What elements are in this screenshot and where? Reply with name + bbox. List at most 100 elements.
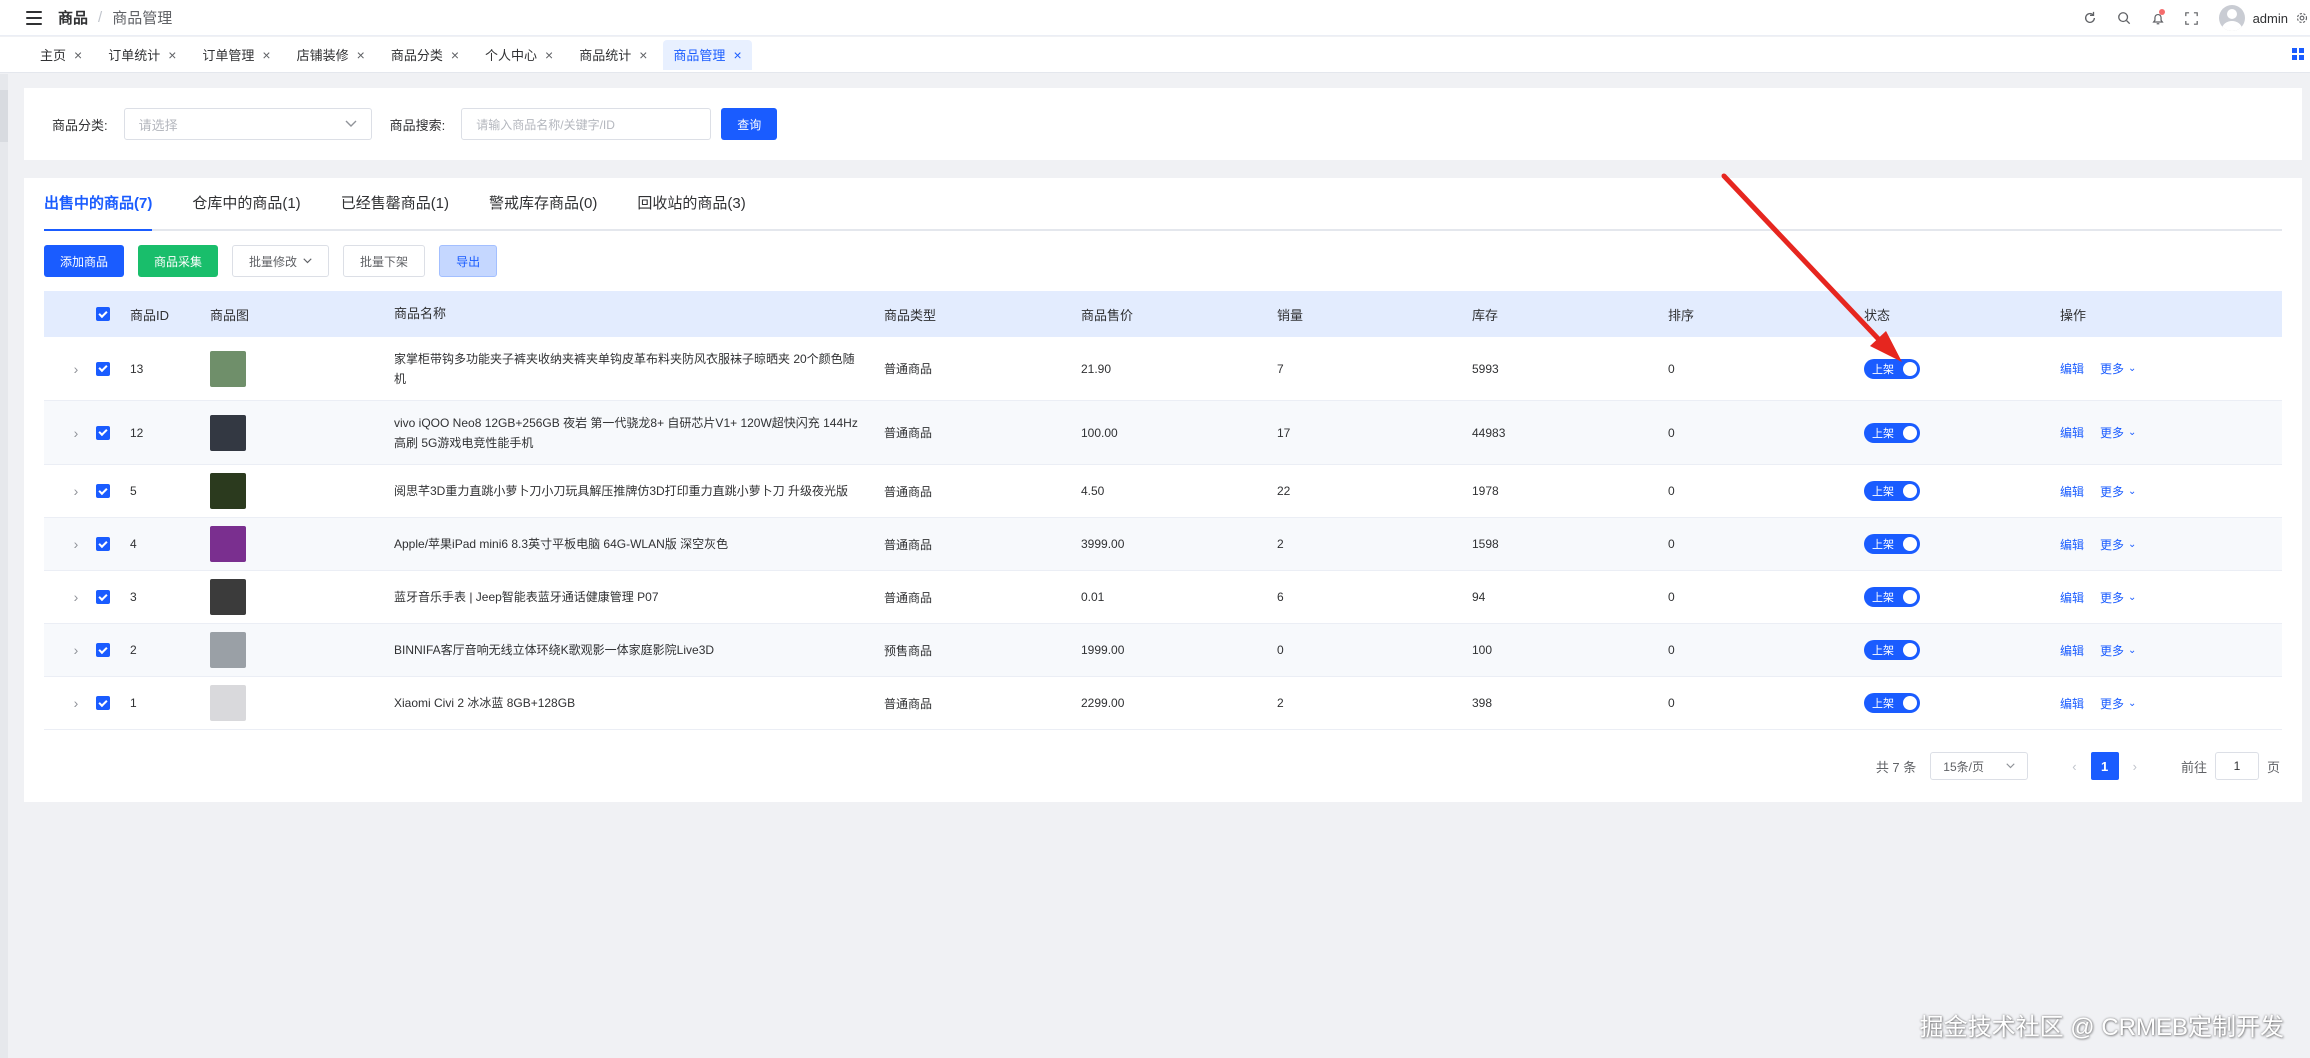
chevron-down-icon: ⌄ [2128, 538, 2137, 550]
tab-tag-7[interactable]: 商品管理 × [663, 39, 752, 70]
tab-tag-2[interactable]: 订单管理 × [192, 40, 280, 70]
edit-link[interactable]: 编辑 [2060, 642, 2084, 659]
expand-row-icon[interactable]: › [56, 483, 96, 499]
product-thumbnail[interactable] [210, 685, 246, 721]
settings-icon[interactable] [2294, 0, 2310, 36]
cell-image [210, 414, 394, 451]
edit-link[interactable]: 编辑 [2060, 695, 2084, 712]
tab-tag-3[interactable]: 店铺装修 × [287, 40, 375, 70]
on-shelf-toggle[interactable]: 上架 [1864, 693, 1920, 713]
row-checkbox[interactable] [96, 425, 110, 440]
breadcrumb-root[interactable]: 商品 [58, 7, 88, 28]
batch-off-shelf-button[interactable]: 批量下架 [343, 245, 426, 277]
on-shelf-toggle[interactable]: 上架 [1864, 422, 1920, 443]
cell-name: Xiaomi Civi 2 冰冰蓝 8GB+128GB [394, 696, 576, 710]
more-dropdown[interactable]: 更多 ⌄ [2100, 424, 2136, 441]
category-select[interactable]: 请选择 [123, 108, 372, 140]
row-checkbox[interactable] [96, 484, 110, 498]
header-sort: 排序 [1668, 307, 1695, 323]
refresh-icon[interactable] [2073, 0, 2107, 36]
row-checkbox[interactable] [96, 643, 110, 657]
expand-row-icon[interactable]: › [56, 695, 96, 711]
tab-tag-4[interactable]: 商品分类 × [381, 40, 469, 70]
cell-name: Apple/苹果iPad mini6 8.3英寸平板电脑 64G-WLAN版 深… [394, 537, 729, 551]
close-icon[interactable]: × [357, 47, 365, 63]
collect-product-button[interactable]: 商品采集 [138, 245, 219, 277]
edit-link[interactable]: 编辑 [2060, 483, 2084, 500]
username[interactable]: admin [2253, 11, 2288, 26]
product-thumbnail[interactable] [210, 350, 246, 387]
notification-bell-icon[interactable] [2141, 0, 2175, 36]
close-icon[interactable]: × [733, 47, 741, 63]
product-thumbnail[interactable] [210, 473, 246, 509]
batch-edit-dropdown[interactable]: 批量修改 [232, 245, 330, 277]
status-tab-2[interactable]: 已经售罄商品(1) [341, 176, 449, 229]
edit-link[interactable]: 编辑 [2060, 536, 2084, 553]
status-tab-4[interactable]: 回收站的商品(3) [637, 176, 745, 229]
row-checkbox[interactable] [96, 537, 110, 551]
row-select-cell [96, 696, 130, 710]
more-dropdown[interactable]: 更多 ⌄ [2100, 589, 2136, 606]
expand-row-icon[interactable]: › [56, 536, 96, 552]
cell-ops: 编辑 更多 ⌄ [2060, 536, 2260, 553]
menu-toggle-icon[interactable] [26, 10, 42, 25]
tab-tag-0[interactable]: 主页 × [30, 40, 92, 70]
expand-row-icon[interactable]: › [56, 425, 96, 441]
header-status: 状态 [1864, 307, 1891, 323]
tags-menu-grid-icon[interactable] [2292, 48, 2304, 60]
table-header: 商品ID 商品图 商品名称 商品类型 商品售价 销量 库存 排序 状态 操作 [44, 291, 2282, 337]
close-icon[interactable]: × [451, 47, 459, 63]
on-shelf-toggle[interactable]: 上架 [1864, 481, 1920, 501]
status-tab-1[interactable]: 仓库中的商品(1) [192, 176, 300, 229]
edit-link[interactable]: 编辑 [2060, 589, 2084, 606]
product-thumbnail[interactable] [210, 632, 246, 668]
tab-tag-5[interactable]: 个人中心 × [475, 40, 563, 70]
more-dropdown[interactable]: 更多 ⌄ [2100, 536, 2136, 553]
export-button[interactable]: 导出 [439, 245, 498, 277]
on-shelf-toggle[interactable]: 上架 [1864, 587, 1920, 607]
search-input[interactable]: 请输入商品名称/关键字/ID [461, 108, 712, 140]
row-checkbox[interactable] [96, 590, 110, 604]
tab-tag-1[interactable]: 订单统计 × [98, 40, 186, 70]
cell-image [210, 632, 394, 668]
more-dropdown[interactable]: 更多 ⌄ [2100, 483, 2136, 500]
avatar[interactable] [2218, 5, 2245, 31]
close-icon[interactable]: × [168, 47, 176, 63]
on-shelf-toggle[interactable]: 上架 [1864, 640, 1920, 660]
close-icon[interactable]: × [262, 47, 270, 63]
goto-page-input[interactable]: 1 [2214, 752, 2259, 780]
select-all-checkbox[interactable] [96, 307, 110, 321]
more-dropdown[interactable]: 更多 ⌄ [2100, 360, 2136, 377]
status-tab-0[interactable]: 出售中的商品(7) [44, 176, 153, 231]
row-checkbox[interactable] [96, 696, 110, 710]
page-number-current[interactable]: 1 [2090, 752, 2119, 780]
on-shelf-toggle[interactable]: 上架 [1864, 358, 1920, 379]
close-icon[interactable]: × [74, 47, 82, 63]
add-product-button[interactable]: 添加商品 [44, 245, 125, 277]
expand-row-icon[interactable]: › [56, 361, 96, 377]
edit-link[interactable]: 编辑 [2060, 424, 2084, 441]
next-page-icon[interactable]: › [2133, 759, 2137, 774]
more-dropdown[interactable]: 更多 ⌄ [2100, 695, 2136, 712]
page-size-select[interactable]: 15条/页 [1930, 752, 2029, 780]
tab-tag-6[interactable]: 商品统计 × [569, 40, 657, 70]
cell-type: 普通商品 [884, 426, 933, 440]
cell-status: 上架 [1864, 587, 2060, 607]
more-dropdown[interactable]: 更多 ⌄ [2100, 642, 2136, 659]
product-thumbnail[interactable] [210, 526, 246, 562]
cell-status: 上架 [1864, 640, 2060, 660]
expand-row-icon[interactable]: › [56, 642, 96, 658]
close-icon[interactable]: × [545, 47, 553, 63]
edit-link[interactable]: 编辑 [2060, 360, 2084, 377]
expand-row-icon[interactable]: › [56, 589, 96, 605]
status-tab-3[interactable]: 警戒库存商品(0) [489, 176, 597, 229]
search-icon[interactable] [2107, 0, 2141, 36]
product-thumbnail[interactable] [210, 579, 246, 615]
fullscreen-icon[interactable] [2175, 0, 2209, 36]
row-checkbox[interactable] [96, 361, 110, 376]
query-button[interactable]: 查询 [721, 108, 778, 140]
on-shelf-toggle[interactable]: 上架 [1864, 534, 1920, 554]
close-icon[interactable]: × [639, 47, 647, 63]
prev-page-icon[interactable]: ‹ [2072, 759, 2076, 774]
product-thumbnail[interactable] [210, 414, 246, 451]
